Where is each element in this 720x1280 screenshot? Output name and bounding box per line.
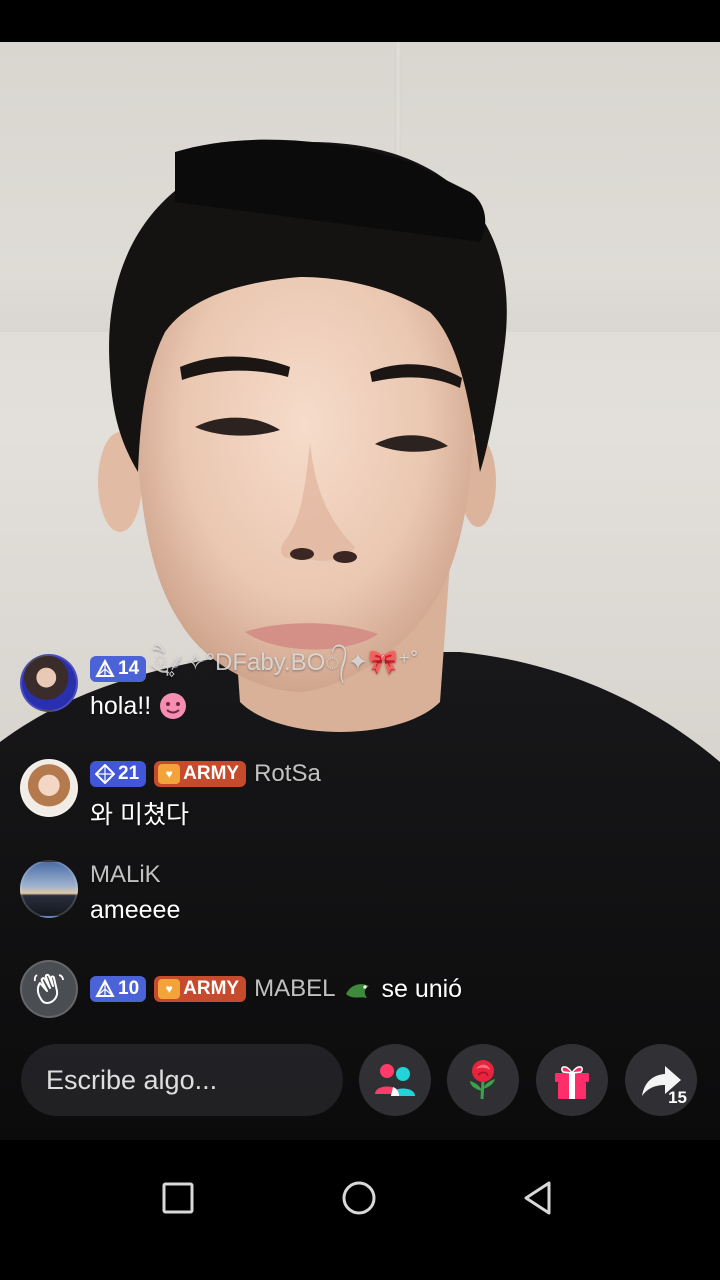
message-text: ameeee	[90, 896, 181, 924]
join-notification[interactable]: 10 ♥ ARMY MABEL se unió	[20, 960, 462, 1018]
message-text: 와 미쳤다	[90, 801, 189, 829]
chat-message[interactable]: 14 ཻུ۪۪⸙͎✧°DFaby.BO᭄✦🎀⁺˚ hola!!	[20, 649, 419, 722]
live-chat: 14 ཻུ۪۪⸙͎✧°DFaby.BO᭄✦🎀⁺˚ hola!! 21 ♥ ARM…	[0, 42, 720, 1140]
fan-club-label: ARMY	[183, 763, 240, 784]
pink-face-emoji-icon	[160, 693, 187, 719]
rose-gift-icon	[470, 1060, 495, 1100]
recents-button[interactable]	[148, 1168, 208, 1228]
username[interactable]: ཻུ۪۪⸙͎✧°DFaby.BO᭄✦🎀⁺˚	[154, 636, 418, 703]
wave-avatar[interactable]	[20, 960, 78, 1018]
level-number: 21	[118, 763, 140, 784]
level-badge: 21	[90, 761, 147, 787]
diamond-icon	[95, 659, 115, 677]
chat-message[interactable]: MALiK ameeee	[20, 860, 180, 925]
live-video[interactable]: 14 ཻུ۪۪⸙͎✧°DFaby.BO᭄✦🎀⁺˚ hola!! 21 ♥ ARM…	[0, 42, 720, 1140]
share-button[interactable]: 15	[625, 1044, 697, 1116]
user-avatar[interactable]	[20, 759, 78, 817]
message-text: hola!!	[90, 691, 152, 720]
heart-icon: ♥	[158, 764, 181, 784]
join-text: se unió	[381, 974, 463, 1003]
username[interactable]: MALiK	[90, 861, 161, 889]
bottom-action-bar: Escribe algo... 15	[0, 1042, 720, 1118]
level-number: 14	[118, 658, 140, 679]
recents-icon	[162, 1182, 194, 1214]
system-navigation-bar	[0, 1140, 720, 1280]
share-count: 15	[668, 1088, 687, 1107]
heart-icon: ♥	[158, 979, 181, 999]
multi-guest-button[interactable]	[359, 1044, 431, 1116]
user-avatar[interactable]	[20, 860, 78, 918]
diamond-icon	[95, 764, 115, 784]
back-button[interactable]	[508, 1168, 568, 1228]
level-number: 10	[118, 978, 140, 999]
fan-club-badge: ♥ ARMY	[154, 976, 247, 1002]
home-icon	[342, 1181, 376, 1215]
gift-box-icon	[555, 1066, 589, 1099]
level-badge: 10	[90, 976, 147, 1002]
comment-placeholder: Escribe algo...	[46, 1064, 218, 1095]
back-icon	[524, 1181, 551, 1215]
diamond-icon	[95, 979, 115, 997]
level-badge: 14	[90, 656, 147, 682]
home-button[interactable]	[329, 1168, 389, 1228]
username[interactable]: MABEL	[254, 975, 335, 1003]
user-avatar[interactable]	[20, 654, 78, 712]
comment-input[interactable]: Escribe algo...	[21, 1044, 343, 1116]
gift-button[interactable]	[536, 1044, 608, 1116]
waving-hand-icon	[33, 973, 64, 1004]
username[interactable]: RotSa	[254, 760, 321, 788]
dragon-emoji-icon	[346, 984, 370, 998]
fan-club-badge: ♥ ARMY	[154, 761, 247, 787]
status-bar	[0, 0, 720, 42]
chat-message[interactable]: 21 ♥ ARMY RotSa 와 미쳤다	[20, 759, 321, 831]
multi-guest-icon	[375, 1064, 415, 1096]
rose-gift-button[interactable]	[447, 1044, 519, 1116]
fan-club-label: ARMY	[183, 978, 240, 999]
